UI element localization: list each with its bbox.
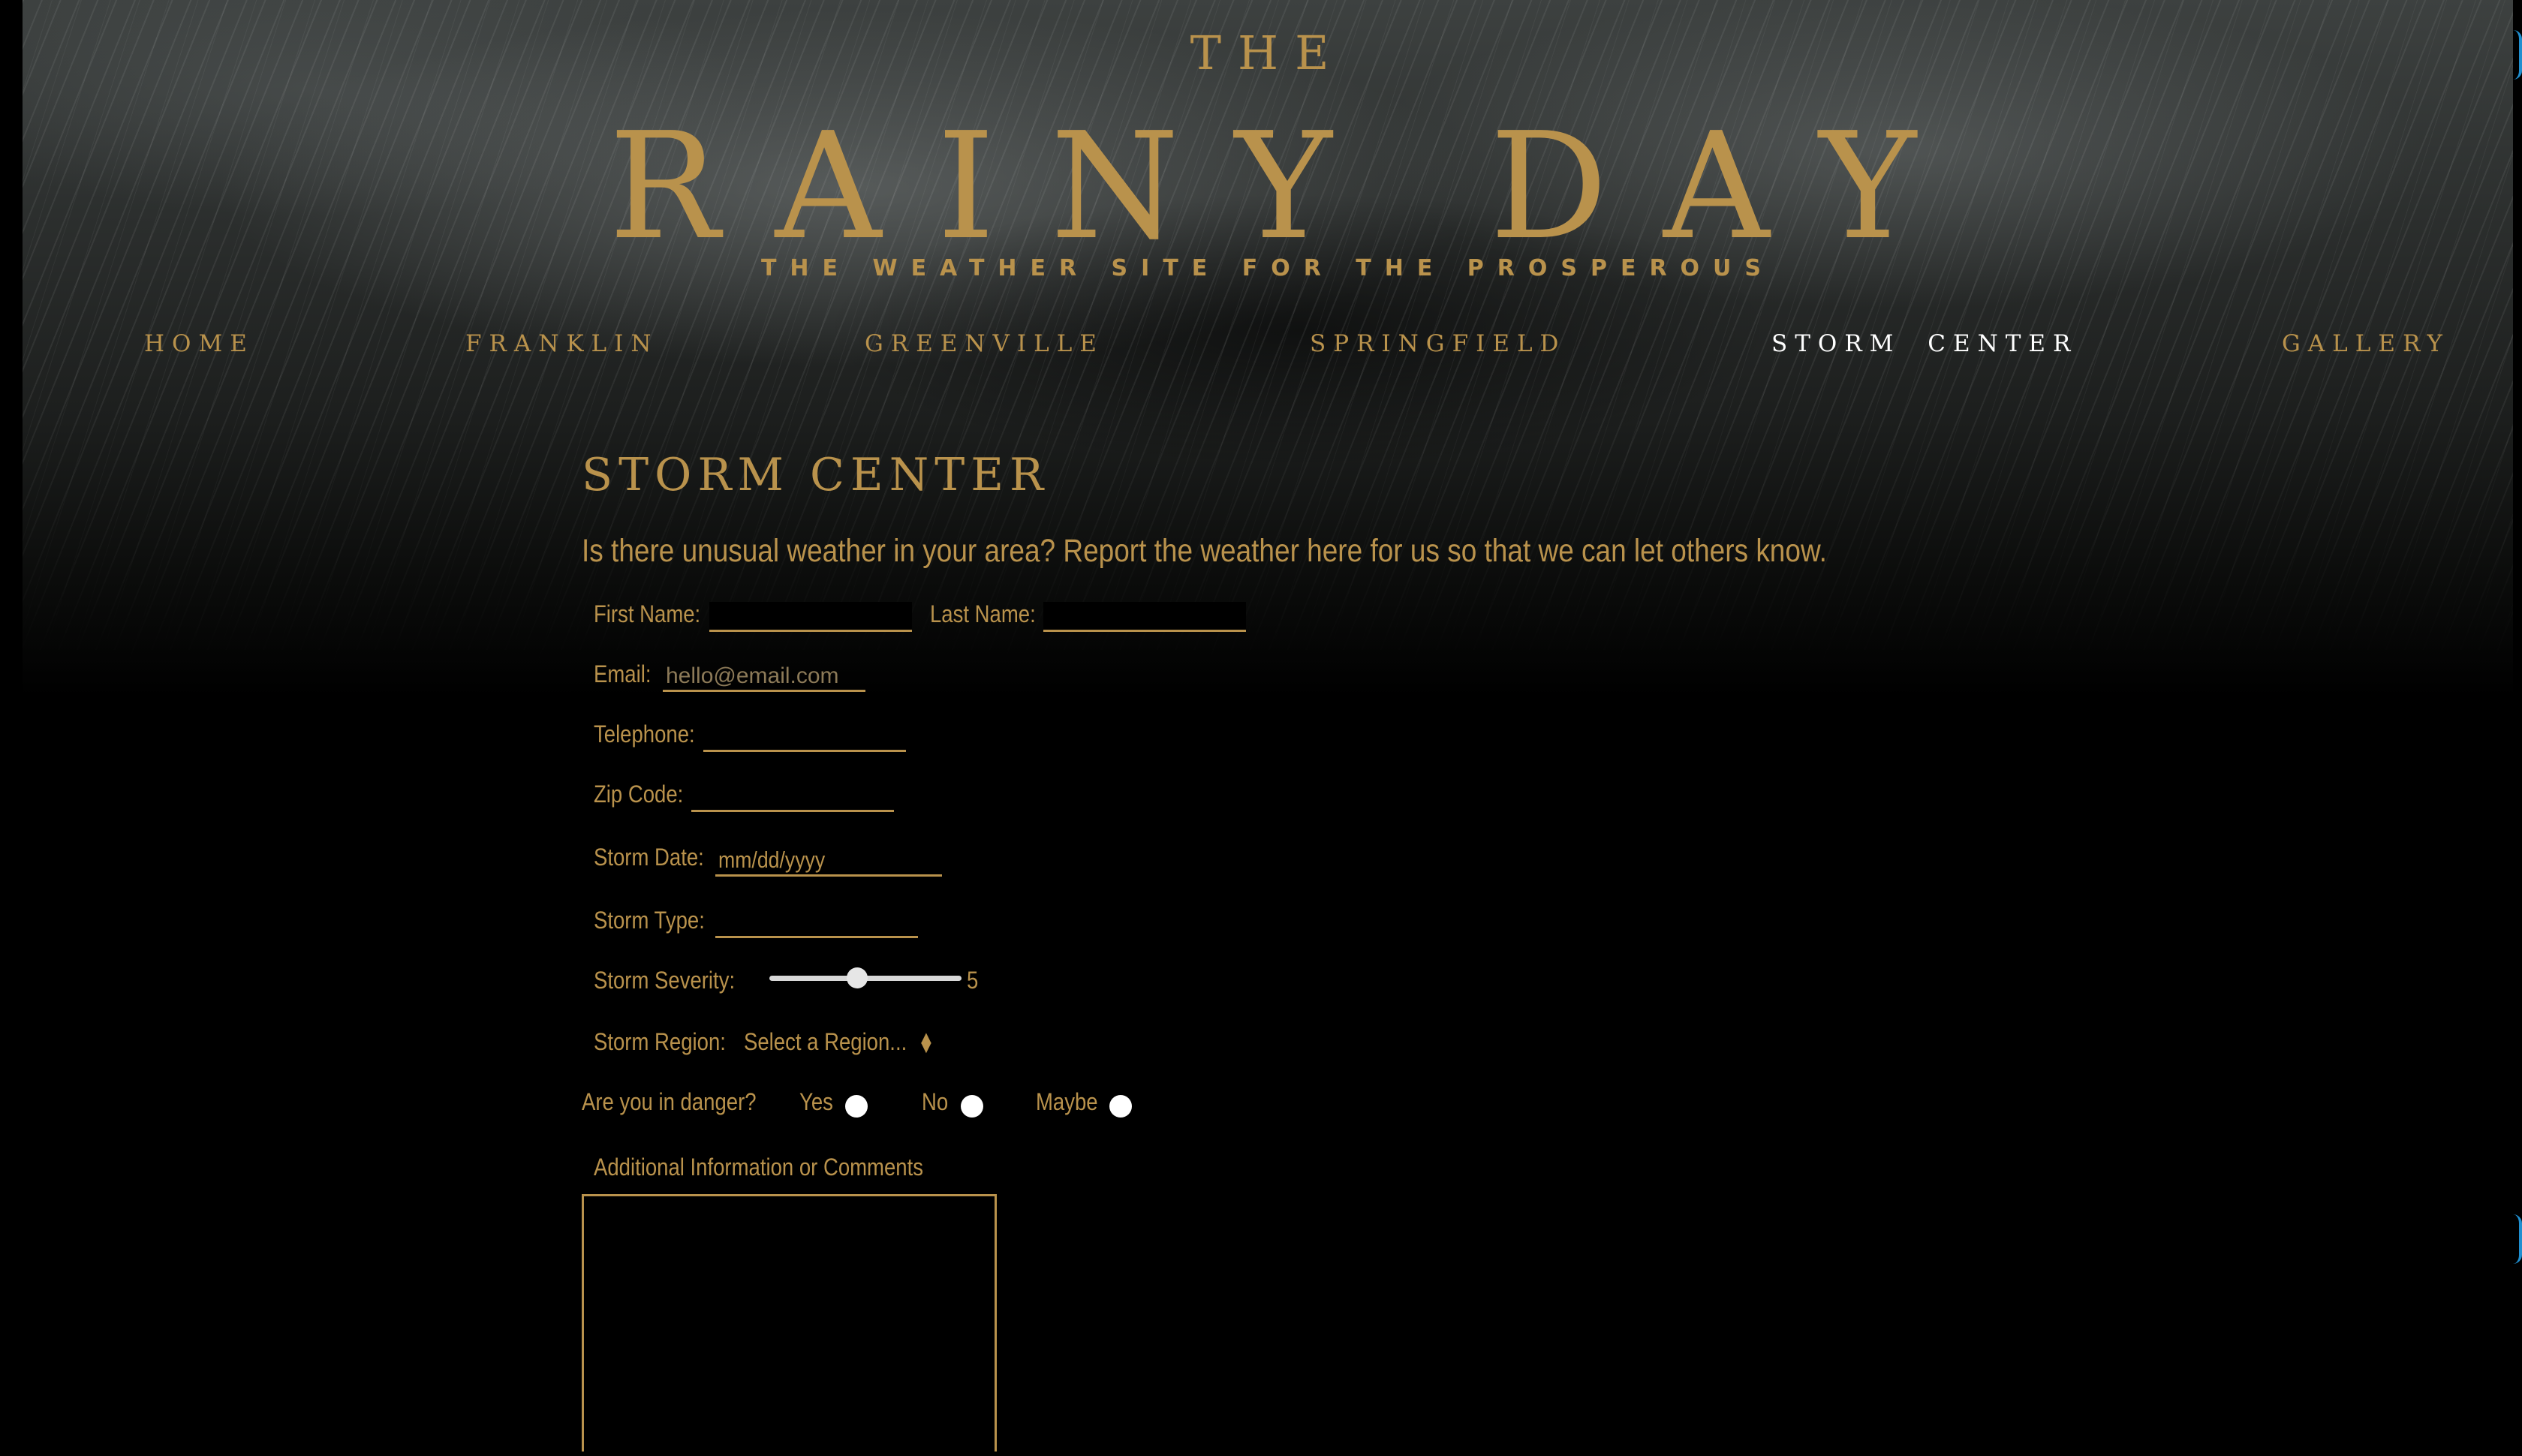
nav-franklin[interactable]: FRANKLIN [465,330,658,357]
nav-springfield[interactable]: SPRINGFIELD [1310,330,1566,357]
logo-the: THE [1190,26,1346,80]
site-tagline: THE WEATHER SITE FOR THE PROSPEROUS [760,255,1775,281]
storm-date-placeholder: mm/dd/yyyy [718,847,826,873]
email-field[interactable] [663,662,865,692]
window-right-edge [2513,0,2522,1456]
nav-home[interactable]: HOME [144,330,254,357]
logo-title: RAINY DAY [609,101,1972,272]
danger-maybe-radio[interactable] [1109,1095,1132,1118]
last-name-field[interactable] [1043,602,1246,632]
storm-region-select[interactable]: Select a Region... ▲ ▼ [744,1027,939,1060]
storm-type-label: Storm Type: [594,907,705,934]
edge-indicator-bottom [2513,1214,2522,1264]
danger-yes-radio[interactable] [845,1095,868,1118]
storm-type-field[interactable] [715,908,918,938]
telephone-label: Telephone: [594,720,695,748]
last-name-label: Last Name: [930,600,1036,627]
danger-no-radio[interactable] [961,1095,983,1118]
intro-text: Is there unusual weather in your area? R… [582,533,1827,569]
select-arrows-icon: ▲ ▼ [921,1030,931,1055]
nav-gallery[interactable]: GALLERY [2282,330,2450,357]
danger-yes-label: Yes [799,1088,833,1115]
page-title: STORM CENTER [582,449,1050,501]
storm-region-label: Storm Region: [594,1028,726,1055]
edge-indicator-top [2513,30,2522,80]
nav-storm-center[interactable]: STORM CENTER [1771,330,2078,357]
main-nav: HOME FRANKLIN GREENVILLE SPRINGFIELD STO… [23,330,2513,363]
storm-severity-slider-thumb[interactable] [846,967,868,988]
first-name-label: First Name: [594,600,701,627]
email-label: Email: [594,660,652,687]
nav-greenville[interactable]: GREENVILLE [865,330,1104,357]
page: THE RAINY DAY THE WEATHER SITE FOR THE P… [23,0,2513,1451]
zip-code-label: Zip Code: [594,781,684,808]
zip-code-field[interactable] [691,782,894,812]
storm-severity-label: Storm Severity: [594,967,736,994]
storm-severity-value: 5 [967,967,979,994]
storm-date-field[interactable]: mm/dd/yyyy [715,847,942,877]
comments-textarea[interactable] [582,1194,997,1451]
danger-question-label: Are you in danger? [582,1088,757,1115]
comments-label: Additional Information or Comments [594,1154,923,1181]
telephone-field[interactable] [703,722,906,752]
first-name-field[interactable] [709,602,912,632]
storm-region-selected: Select a Region... [744,1028,907,1055]
storm-date-label: Storm Date: [594,844,704,871]
danger-maybe-label: Maybe [1036,1088,1098,1115]
danger-no-label: No [922,1088,949,1115]
